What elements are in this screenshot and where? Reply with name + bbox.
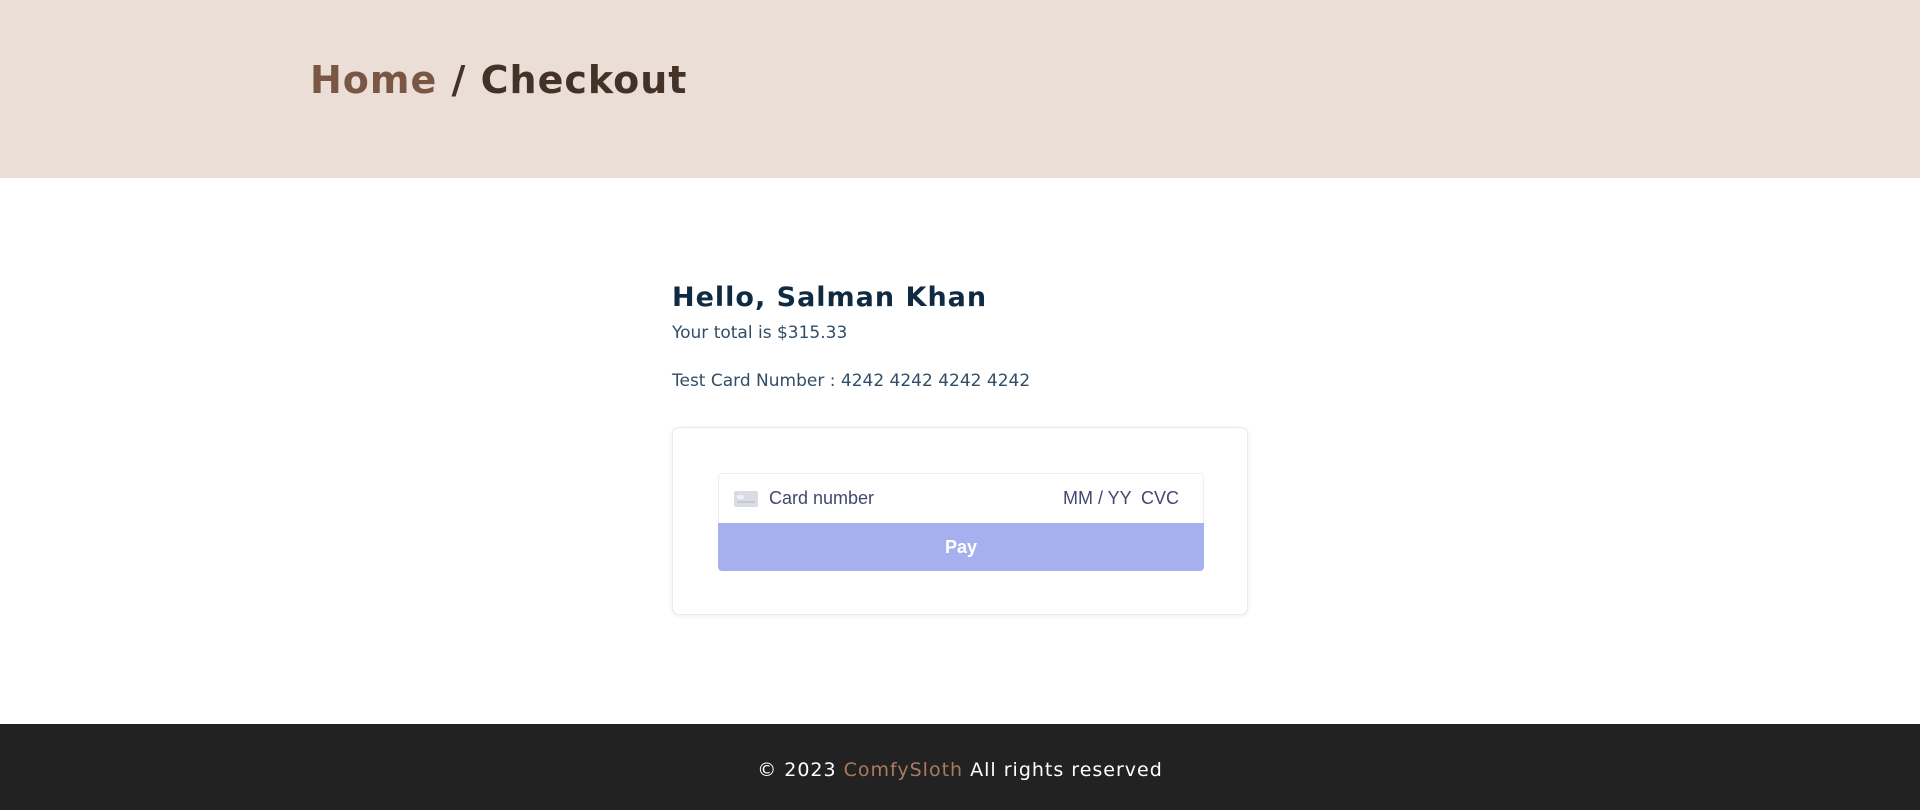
pay-button[interactable]: Pay (718, 523, 1204, 571)
breadcrumb-home-link[interactable]: Home (310, 58, 437, 102)
card-number-input[interactable]: Card number (769, 488, 874, 509)
checkout-section: Hello, Salman Khan Your total is $315.33… (672, 282, 1248, 615)
footer-copyright: © 2023 (757, 759, 844, 781)
page-hero: Home / Checkout (0, 0, 1920, 178)
card-cvc-input[interactable]: CVC (1141, 488, 1179, 509)
footer-rights: All rights reserved (963, 759, 1163, 781)
credit-card-icon (734, 491, 758, 507)
card-input-field[interactable]: Card number MM / YY CVC (718, 473, 1204, 523)
footer-brand: ComfySloth (843, 759, 964, 781)
payment-form-card: Card number MM / YY CVC Pay (672, 427, 1248, 615)
card-expiry-input[interactable]: MM / YY (1063, 488, 1132, 509)
test-card-number: Test Card Number : 4242 4242 4242 4242 (672, 371, 1031, 391)
page-footer: © 2023 ComfySloth All rights reserved (0, 724, 1920, 810)
order-total: Your total is $315.33 (672, 323, 848, 343)
breadcrumb-separator: / (437, 58, 481, 102)
greeting-heading: Hello, Salman Khan (672, 282, 988, 313)
breadcrumb: Home / Checkout (310, 58, 687, 102)
breadcrumb-current: Checkout (480, 58, 688, 102)
